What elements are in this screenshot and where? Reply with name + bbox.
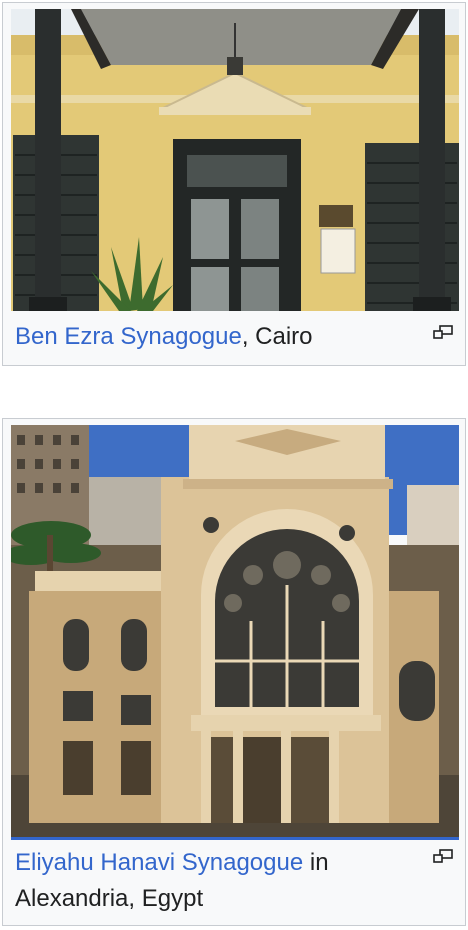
ben-ezra-synagogue-photo[interactable] [11,9,459,311]
ben-ezra-synagogue-link[interactable]: Ben Ezra Synagogue [15,323,242,350]
figure-ben-ezra: Ben Ezra Synagogue, Cairo [2,2,466,366]
magnify-clip-icon[interactable] [433,325,453,339]
magnify-clip-icon[interactable] [433,849,453,863]
eliyahu-hanavi-synagogue-link[interactable]: Eliyahu Hanavi Synagogue [15,849,303,876]
figure-eliyahu-hanavi: Eliyahu Hanavi Synagogue in Alexandria, … [2,418,466,926]
figure-caption: Eliyahu Hanavi Synagogue in Alexandria, … [15,845,425,917]
figure-caption: Ben Ezra Synagogue, Cairo [15,319,425,355]
caption-suffix: , Cairo [241,323,313,350]
eliyahu-hanavi-synagogue-photo[interactable] [11,425,459,840]
